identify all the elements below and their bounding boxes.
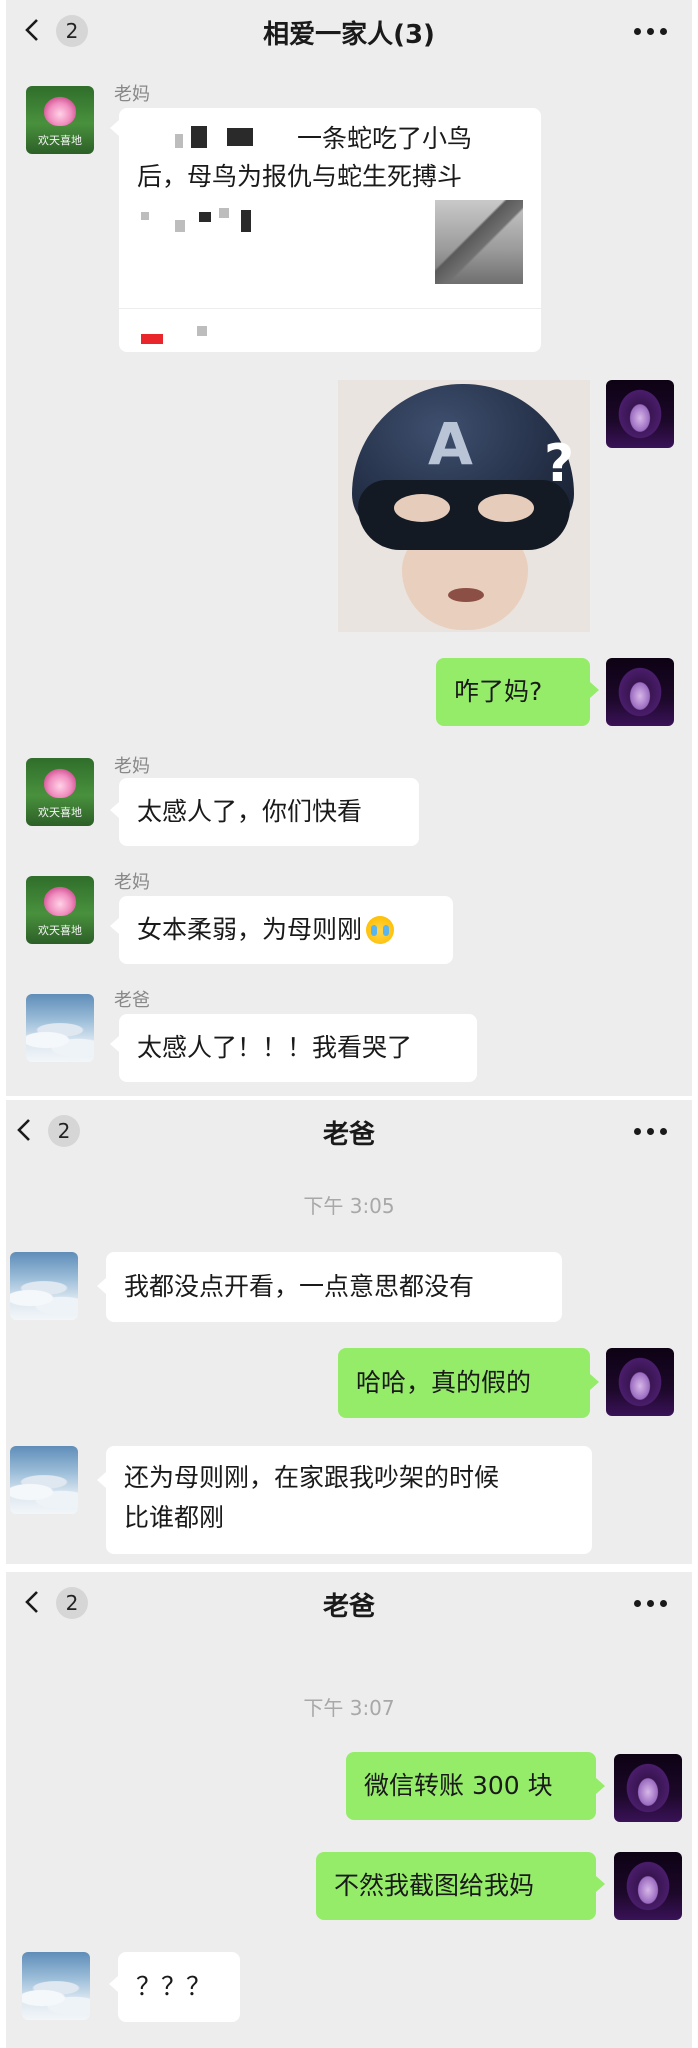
sender-name: 老爸 [114, 990, 150, 1011]
message-bubble-received[interactable]: 还为母则刚，在家跟我吵架的时候 比谁都刚 [106, 1446, 592, 1554]
message-bubble-received[interactable]: 我都没点开看，一点意思都没有 [106, 1252, 562, 1322]
avatar-me[interactable] [606, 658, 674, 726]
avatar-caption: 欢天喜地 [38, 134, 82, 147]
message-text-line: 比谁都刚 [124, 1503, 225, 1532]
chat-panel-dad-1: 2 老爸 下午 3:05 我都没点开看，一点意思都没有 哈哈，真的假的 还为母则… [6, 1100, 692, 1564]
more-dots-icon[interactable] [634, 28, 668, 36]
avatar-dad[interactable] [10, 1252, 78, 1320]
question-face-sticker[interactable]: A ? [338, 380, 590, 632]
avatar-mom[interactable]: 欢天喜地 [26, 758, 94, 826]
message-bubble-received[interactable]: ？？？ [118, 1952, 240, 2022]
message-timestamp: 下午 3:05 [303, 1194, 395, 1218]
unread-badge: 2 [48, 1115, 80, 1147]
link-thumbnail [435, 200, 523, 284]
chat-title: 相爱一家人(3) [263, 20, 435, 50]
chat-panel-dad-2: 2 老爸 下午 3:07 微信转账 300 块 不然我截图给我妈 ？？？ [6, 1572, 692, 2048]
avatar-dad[interactable] [26, 994, 94, 1062]
unread-badge: 2 [56, 15, 88, 47]
back-button[interactable]: 2 [24, 14, 88, 47]
more-dots-icon[interactable] [634, 1600, 668, 1608]
chat-panel-group: 2 相爱一家人(3) 欢天喜地 老妈 一条蛇吃了小鸟 后，母鸟为报仇与蛇生死搏斗… [6, 0, 692, 1096]
avatar-caption: 欢天喜地 [38, 924, 82, 937]
message-bubble-sent[interactable]: 哈哈，真的假的 [338, 1348, 590, 1418]
sender-name: 老妈 [114, 84, 150, 105]
chat-title: 老爸 [322, 1592, 375, 1622]
avatar-me[interactable] [614, 1852, 682, 1920]
back-chevron-icon [25, 19, 38, 41]
avatar-mom[interactable]: 欢天喜地 [26, 876, 94, 944]
message-text: 女本柔弱，为母则刚 [137, 915, 363, 944]
message-timestamp: 下午 3:07 [303, 1696, 395, 1720]
crying-face-emoji [366, 916, 395, 944]
message-bubble-received[interactable]: 女本柔弱，为母则刚 [119, 896, 453, 964]
avatar-me[interactable] [614, 1754, 682, 1822]
back-chevron-icon [17, 1119, 30, 1141]
shared-link-title: 一条蛇吃了小鸟 后，母鸟为报仇与蛇生死搏斗 [137, 124, 473, 191]
unread-badge: 2 [56, 1587, 88, 1619]
chat-header: 2 相爱一家人(3) [6, 0, 692, 60]
avatar-me[interactable] [606, 1348, 674, 1416]
more-dots-icon[interactable] [634, 1128, 668, 1136]
avatar-me[interactable] [606, 380, 674, 448]
sender-name: 老妈 [114, 756, 150, 777]
message-bubble-sent[interactable]: 不然我截图给我妈 [316, 1852, 596, 1920]
sender-name: 老妈 [114, 872, 150, 893]
chat-title: 老爸 [322, 1120, 375, 1150]
back-chevron-icon [25, 1591, 38, 1613]
message-bubble-sent[interactable]: 微信转账 300 块 [346, 1752, 596, 1820]
back-button[interactable]: 2 [24, 1586, 88, 1619]
chat-header: 2 老爸 [6, 1572, 692, 1632]
chat-header: 2 老爸 [6, 1100, 692, 1160]
message-text-line: 还为母则刚，在家跟我吵架的时候 [124, 1463, 500, 1492]
message-bubble-received[interactable]: 太感人了，你们快看 [119, 778, 419, 846]
avatar-dad[interactable] [22, 1952, 90, 2020]
message-bubble-sent[interactable]: 咋了妈? [436, 658, 590, 726]
message-bubble-received[interactable]: 太感人了！！！我看哭了 [119, 1014, 477, 1082]
shared-link-card[interactable]: 一条蛇吃了小鸟 后，母鸟为报仇与蛇生死搏斗 [119, 108, 541, 352]
avatar-caption: 欢天喜地 [38, 806, 82, 819]
avatar-dad[interactable] [10, 1446, 78, 1514]
back-button[interactable]: 2 [16, 1114, 80, 1147]
avatar-mom[interactable]: 欢天喜地 [26, 86, 94, 154]
